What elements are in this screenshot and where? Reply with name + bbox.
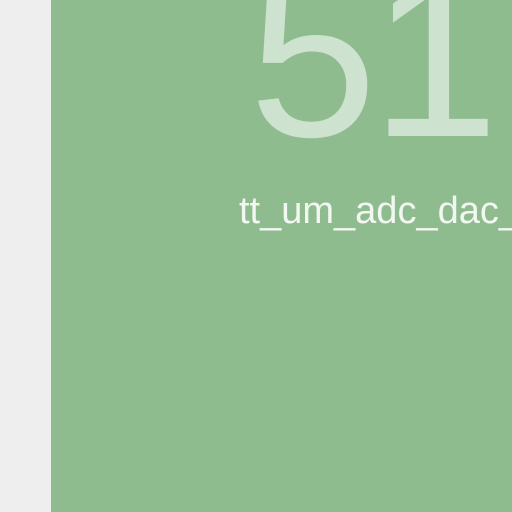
project-tile[interactable]: 51 tt_um_adc_dac_ [51,0,512,512]
left-gutter [0,0,51,512]
tile-label: tt_um_adc_dac_ [239,190,512,232]
tile-number: 51 [249,0,499,185]
